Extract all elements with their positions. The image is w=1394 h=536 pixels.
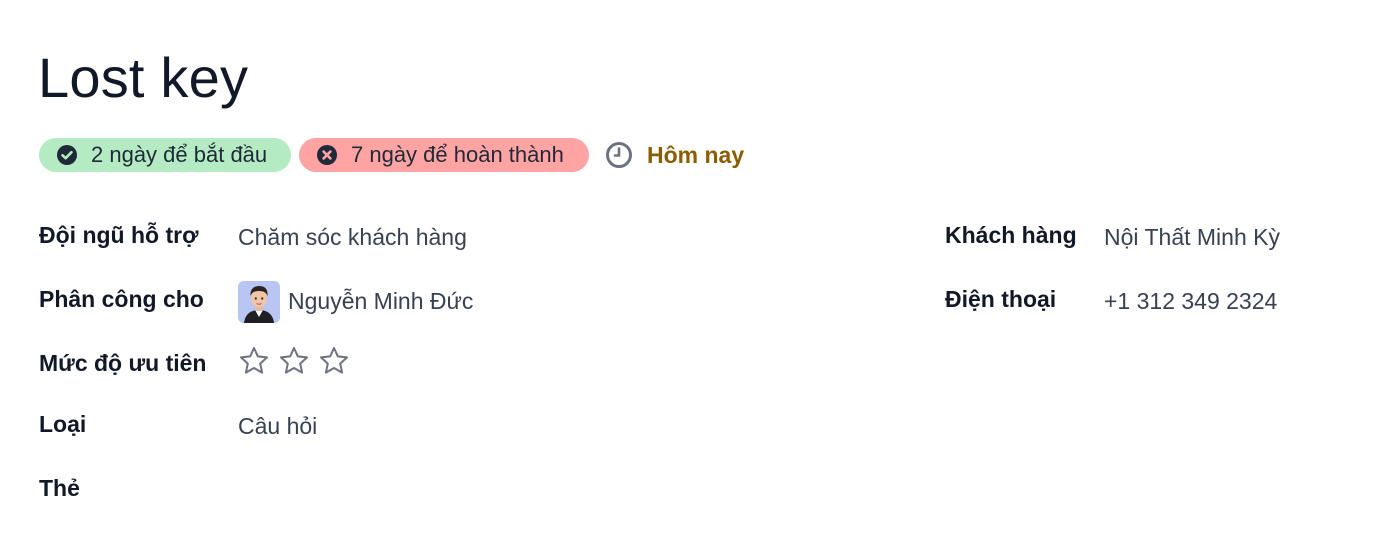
sla-badges: 2 ngày để bắt đầu 7 ngày để hoàn thành H… (39, 138, 744, 172)
ticket-title[interactable]: Lost key (38, 42, 248, 114)
x-circle-icon (317, 145, 337, 165)
star-outline-icon[interactable] (238, 345, 270, 377)
deadline-label: Hôm nay (647, 141, 745, 168)
sla-finish-badge: 7 ngày để hoàn thành (299, 138, 589, 172)
assignee-value[interactable]: Nguyễn Minh Đức (288, 288, 473, 315)
customer-value[interactable]: Nội Thất Minh Kỳ (1104, 224, 1280, 251)
team-value[interactable]: Chăm sóc khách hàng (238, 224, 467, 251)
ticket-form: Lost key 2 ngày để bắt đầu 7 ngày để hoà… (0, 0, 1394, 536)
star-outline-icon[interactable] (318, 345, 350, 377)
team-label: Đội ngũ hỗ trợ (39, 222, 199, 248)
phone-value[interactable]: +1 312 349 2324 (1104, 288, 1277, 315)
priority-label: Mức độ ưu tiên (39, 350, 207, 376)
priority-stars (238, 345, 350, 377)
clock-icon (606, 142, 632, 168)
sla-start-label: 2 ngày để bắt đầu (91, 142, 268, 167)
assignee-avatar[interactable] (238, 281, 280, 323)
check-circle-icon (57, 145, 77, 165)
tags-input[interactable] (238, 477, 838, 505)
customer-label: Khách hàng (945, 222, 1077, 248)
star-outline-icon[interactable] (278, 345, 310, 377)
type-value[interactable]: Câu hỏi (238, 413, 317, 440)
avatar-image (238, 281, 280, 323)
type-label: Loại (39, 411, 87, 437)
sla-start-badge: 2 ngày để bắt đầu (39, 138, 291, 172)
tags-label: Thẻ (39, 475, 80, 501)
assignee-label: Phân công cho (39, 286, 204, 312)
sla-finish-label: 7 ngày để hoàn thành (351, 142, 564, 167)
deadline-widget[interactable]: Hôm nay (605, 141, 744, 169)
phone-label: Điện thoại (945, 286, 1057, 312)
